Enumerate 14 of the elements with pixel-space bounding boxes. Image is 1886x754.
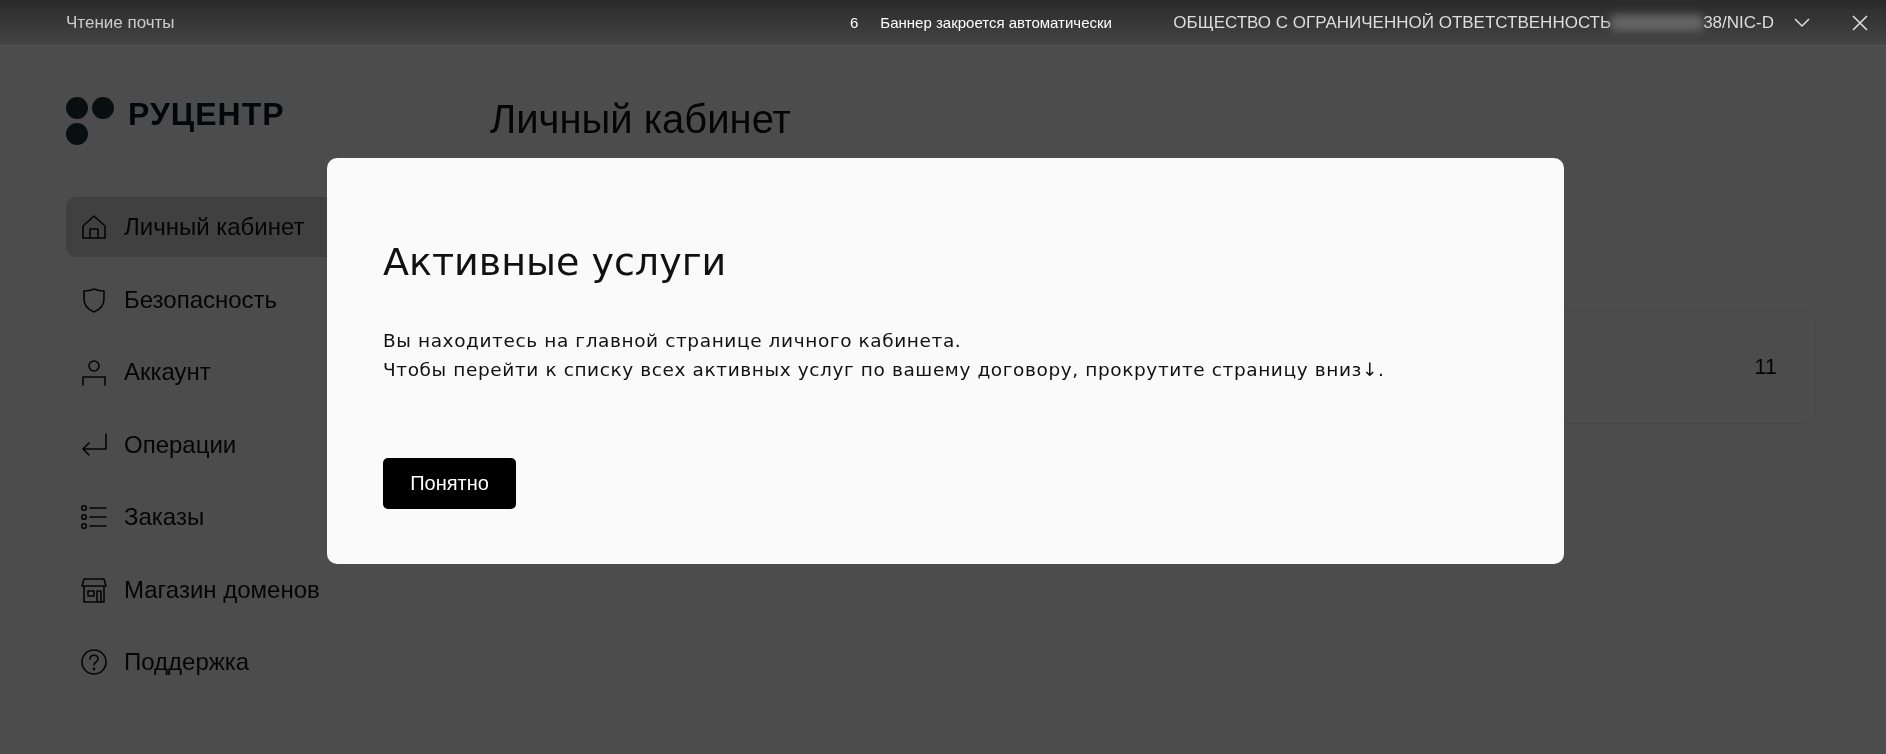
page-title: Личный кабинет bbox=[490, 97, 792, 142]
banner-message: Баннер закроется автоматически bbox=[880, 14, 1112, 31]
logo-text: РУЦЕНТР bbox=[128, 95, 285, 133]
countdown: 6 bbox=[850, 14, 859, 31]
close-icon[interactable] bbox=[1852, 14, 1868, 31]
banner-left-text: Чтение почты bbox=[66, 12, 176, 33]
ok-button[interactable]: Понятно bbox=[383, 458, 516, 509]
modal-text: Чтобы перейти к списку всех активных услуг по вашему договору, прокрутите страницу вниз↓. bbox=[383, 358, 1386, 382]
modal-title: Активные услуги bbox=[383, 240, 728, 284]
modal-text: Вы находитесь на главной странице личного кабинета. bbox=[383, 329, 963, 353]
card-value: 11 bbox=[1754, 354, 1777, 380]
organization-name: ОБЩЕСТВО С ОГРАНИЧЕННОЙ ОТВЕТСТВЕННОСТЬ bbox=[1173, 12, 1612, 33]
chevron-down-icon[interactable] bbox=[1794, 17, 1810, 28]
organization-suffix: 38/NIC-D bbox=[1703, 12, 1774, 33]
